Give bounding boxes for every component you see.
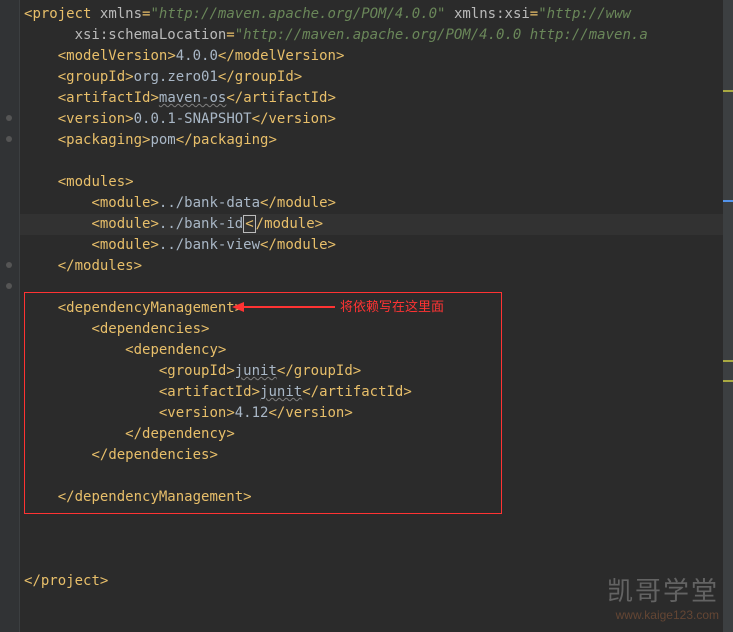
code-line[interactable]: <dependencies> <box>20 319 733 340</box>
code-line[interactable]: <groupId>org.zero01</groupId> <box>20 67 733 88</box>
code-line[interactable] <box>20 151 733 172</box>
code-line[interactable]: </project> <box>20 571 733 592</box>
code-line[interactable] <box>20 466 733 487</box>
code-line[interactable]: </modules> <box>20 256 733 277</box>
code-line[interactable]: <artifactId>maven-os</artifactId> <box>20 88 733 109</box>
code-line[interactable]: <packaging>pom</packaging> <box>20 130 733 151</box>
code-line[interactable]: <version>0.0.1-SNAPSHOT</version> <box>20 109 733 130</box>
code-line[interactable]: xsi:schemaLocation="http://maven.apache.… <box>20 25 733 46</box>
code-line[interactable] <box>20 550 733 571</box>
editor-gutter <box>0 0 20 632</box>
code-line[interactable]: <modelVersion>4.0.0</modelVersion> <box>20 46 733 67</box>
vertical-scrollbar[interactable] <box>723 0 733 632</box>
gutter-marker <box>6 262 12 268</box>
code-line[interactable]: </dependencyManagement> <box>20 487 733 508</box>
gutter-marker <box>6 283 12 289</box>
code-line[interactable] <box>20 508 733 529</box>
gutter-marker <box>6 115 12 121</box>
code-line[interactable]: </dependencies> <box>20 445 733 466</box>
code-line[interactable]: <artifactId>junit</artifactId> <box>20 382 733 403</box>
code-line[interactable]: <version>4.12</version> <box>20 403 733 424</box>
code-line[interactable]: <module>../bank-id</module> <box>20 214 733 235</box>
code-line[interactable]: <project xmlns="http://maven.apache.org/… <box>20 4 733 25</box>
code-line[interactable]: <module>../bank-view</module> <box>20 235 733 256</box>
code-line[interactable]: <groupId>junit</groupId> <box>20 361 733 382</box>
code-line[interactable]: </dependency> <box>20 424 733 445</box>
annotation-label: 将依赖写在这里面 <box>340 296 444 315</box>
code-line[interactable]: <module>../bank-data</module> <box>20 193 733 214</box>
gutter-marker <box>6 136 12 142</box>
code-line[interactable]: <modules> <box>20 172 733 193</box>
code-line[interactable] <box>20 529 733 550</box>
code-line[interactable]: <dependency> <box>20 340 733 361</box>
code-line[interactable] <box>20 277 733 298</box>
watermark-url: www.kaige123.com <box>607 608 719 622</box>
